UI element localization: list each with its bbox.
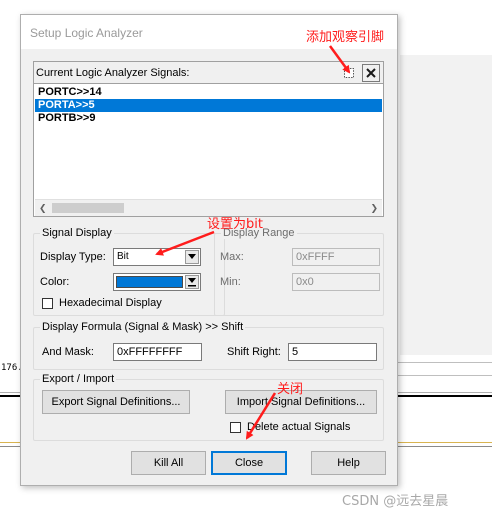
signal-list-item[interactable]: PORTB>>9 (35, 112, 382, 125)
signal-display-group: Signal Display Display Type: Bit Color: … (33, 227, 225, 316)
annotation-add-pin: 添加观察引脚 (306, 30, 385, 45)
export-import-group: Export / Import Export Signal Definition… (33, 373, 384, 441)
display-type-label: Display Type: (40, 251, 106, 263)
export-signal-definitions-button[interactable]: Export Signal Definitions... (42, 390, 190, 414)
display-range-group: Display Range Max: 0xFFFF Min: 0x0 (214, 227, 384, 316)
new-item-icon (344, 68, 354, 78)
color-label: Color: (40, 276, 70, 288)
max-label: Max: (220, 251, 244, 263)
help-button[interactable]: Help (311, 451, 386, 475)
scroll-left-icon[interactable]: ❮ (39, 203, 47, 214)
and-mask-label: And Mask: (42, 346, 94, 358)
kill-all-button[interactable]: Kill All (131, 451, 206, 475)
setup-logic-analyzer-dialog: Setup Logic Analyzer Current Logic Analy… (20, 14, 398, 486)
signal-list-item[interactable]: PORTC>>14 (35, 86, 382, 99)
export-import-title: Export / Import (40, 373, 117, 385)
signals-header: Current Logic Analyzer Signals: (34, 62, 383, 84)
delete-actual-signals-checkbox[interactable] (230, 422, 241, 433)
display-type-select[interactable]: Bit (113, 248, 201, 266)
and-mask-input[interactable]: 0xFFFFFFFF (113, 343, 202, 361)
dropdown-arrow-icon[interactable] (185, 250, 199, 264)
scrollbar-thumb[interactable] (52, 203, 124, 213)
background-strip-label: 176. (0, 362, 23, 376)
dialog-title: Setup Logic Analyzer (30, 26, 143, 40)
scroll-right-icon[interactable]: ❯ (370, 203, 378, 214)
signals-list[interactable]: PORTC>>14 PORTA>>5 PORTB>>9 (35, 86, 382, 198)
min-label: Min: (220, 276, 241, 288)
signals-panel: Current Logic Analyzer Signals: PORTC>>1… (33, 61, 384, 217)
signal-list-item[interactable]: PORTA>>5 (35, 99, 382, 112)
shift-right-input[interactable]: 5 (288, 343, 377, 361)
shift-right-label: Shift Right: (227, 346, 281, 358)
color-select[interactable] (113, 273, 201, 291)
display-type-value: Bit (117, 251, 129, 262)
close-button[interactable]: Close (211, 451, 287, 475)
display-formula-title: Display Formula (Signal & Mask) >> Shift (40, 321, 246, 333)
max-input[interactable]: 0xFFFF (292, 248, 380, 266)
annotation-close: 关闭 (277, 382, 304, 397)
display-formula-group: Display Formula (Signal & Mask) >> Shift… (33, 321, 384, 370)
watermark: CSDN @远去星晨 (342, 494, 449, 509)
delete-signal-button[interactable] (362, 64, 380, 82)
signals-header-label: Current Logic Analyzer Signals: (36, 67, 190, 79)
hexadecimal-display-checkbox[interactable] (42, 298, 53, 309)
hexadecimal-display-label: Hexadecimal Display (59, 297, 162, 309)
delete-actual-signals-label: Delete actual Signals (247, 421, 351, 433)
background-panel (400, 55, 492, 355)
new-signal-button[interactable] (340, 64, 358, 82)
min-input[interactable]: 0x0 (292, 273, 380, 291)
color-swatch (116, 276, 183, 288)
annotation-set-bit: 设置为bit (207, 217, 263, 232)
signal-display-title: Signal Display (40, 227, 114, 239)
color-dropdown-icon[interactable] (185, 275, 199, 289)
delete-x-icon (366, 68, 376, 78)
